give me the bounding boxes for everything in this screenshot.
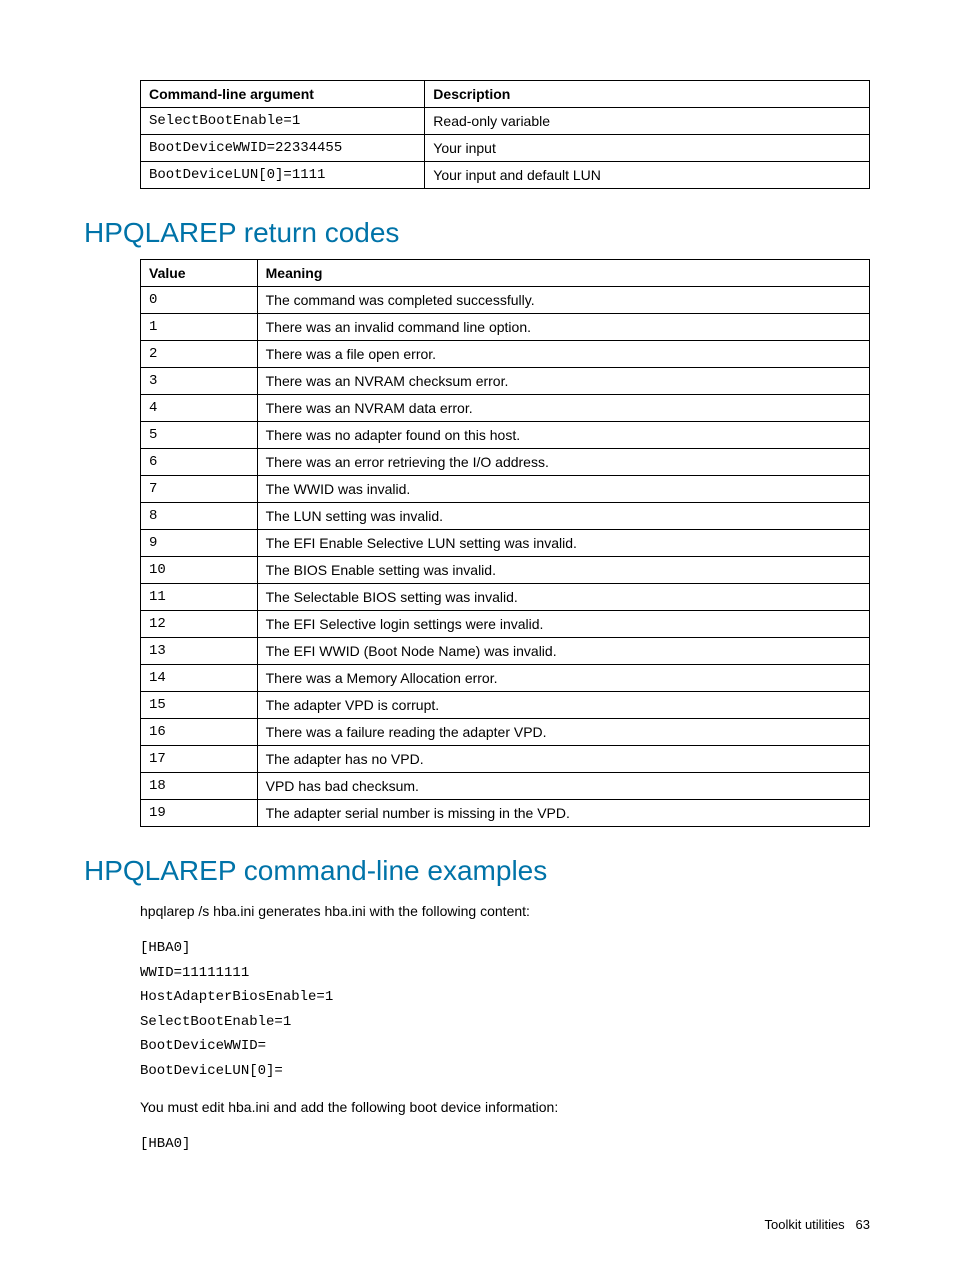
- meaning-cell: There was an error retrieving the I/O ad…: [257, 449, 869, 476]
- meaning-cell: There was a failure reading the adapter …: [257, 719, 869, 746]
- table-row: 14There was a Memory Allocation error.: [141, 665, 870, 692]
- table-row: 7The WWID was invalid.: [141, 476, 870, 503]
- value-cell: 12: [141, 611, 258, 638]
- table-row: 9The EFI Enable Selective LUN setting wa…: [141, 530, 870, 557]
- table-row: 4There was an NVRAM data error.: [141, 395, 870, 422]
- meaning-cell: The Selectable BIOS setting was invalid.: [257, 584, 869, 611]
- args-header-col1: Command-line argument: [141, 81, 425, 108]
- value-cell: 13: [141, 638, 258, 665]
- meaning-cell: The BIOS Enable setting was invalid.: [257, 557, 869, 584]
- codes-header-col2: Meaning: [257, 260, 869, 287]
- table-row: 16There was a failure reading the adapte…: [141, 719, 870, 746]
- value-cell: 7: [141, 476, 258, 503]
- table-row: 19The adapter serial number is missing i…: [141, 800, 870, 827]
- meaning-cell: There was a Memory Allocation error.: [257, 665, 869, 692]
- table-row: 1There was an invalid command line optio…: [141, 314, 870, 341]
- value-cell: 19: [141, 800, 258, 827]
- table-row: BootDeviceLUN[0]=1111 Your input and def…: [141, 162, 870, 189]
- value-cell: 18: [141, 773, 258, 800]
- arg-cell: BootDeviceWWID=22334455: [141, 135, 425, 162]
- table-row: SelectBootEnable=1 Read-only variable: [141, 108, 870, 135]
- meaning-cell: There was an NVRAM data error.: [257, 395, 869, 422]
- footer-section: Toolkit utilities: [764, 1217, 844, 1232]
- args-header-col2: Description: [425, 81, 870, 108]
- meaning-cell: The adapter VPD is corrupt.: [257, 692, 869, 719]
- meaning-cell: There was no adapter found on this host.: [257, 422, 869, 449]
- value-cell: 15: [141, 692, 258, 719]
- desc-cell: Read-only variable: [425, 108, 870, 135]
- meaning-cell: The WWID was invalid.: [257, 476, 869, 503]
- value-cell: 0: [141, 287, 258, 314]
- desc-cell: Your input and default LUN: [425, 162, 870, 189]
- table-row: 10The BIOS Enable setting was invalid.: [141, 557, 870, 584]
- value-cell: 2: [141, 341, 258, 368]
- page-footer: Toolkit utilities 63: [84, 1217, 870, 1232]
- table-row: 2There was a file open error.: [141, 341, 870, 368]
- value-cell: 16: [141, 719, 258, 746]
- desc-cell: Your input: [425, 135, 870, 162]
- table-row: 6There was an error retrieving the I/O a…: [141, 449, 870, 476]
- example-note-text: You must edit hba.ini and add the follow…: [140, 1097, 870, 1118]
- table-row: 5There was no adapter found on this host…: [141, 422, 870, 449]
- meaning-cell: The EFI Selective login settings were in…: [257, 611, 869, 638]
- footer-page-number: 63: [856, 1217, 870, 1232]
- arg-cell: SelectBootEnable=1: [141, 108, 425, 135]
- table-row: 13The EFI WWID (Boot Node Name) was inva…: [141, 638, 870, 665]
- meaning-cell: The adapter serial number is missing in …: [257, 800, 869, 827]
- meaning-cell: The adapter has no VPD.: [257, 746, 869, 773]
- table-row: 8The LUN setting was invalid.: [141, 503, 870, 530]
- table-row: 17The adapter has no VPD.: [141, 746, 870, 773]
- arg-cell: BootDeviceLUN[0]=1111: [141, 162, 425, 189]
- value-cell: 17: [141, 746, 258, 773]
- value-cell: 8: [141, 503, 258, 530]
- heading-return-codes: HPQLAREP return codes: [84, 217, 870, 249]
- value-cell: 14: [141, 665, 258, 692]
- value-cell: 6: [141, 449, 258, 476]
- table-row: 0The command was completed successfully.: [141, 287, 870, 314]
- table-row: 11The Selectable BIOS setting was invali…: [141, 584, 870, 611]
- example-code-block-2: [HBA0]: [140, 1132, 870, 1157]
- value-cell: 11: [141, 584, 258, 611]
- table-row: 3There was an NVRAM checksum error.: [141, 368, 870, 395]
- table-row: 12The EFI Selective login settings were …: [141, 611, 870, 638]
- meaning-cell: The EFI Enable Selective LUN setting was…: [257, 530, 869, 557]
- heading-command-line-examples: HPQLAREP command-line examples: [84, 855, 870, 887]
- meaning-cell: The EFI WWID (Boot Node Name) was invali…: [257, 638, 869, 665]
- example-intro-text: hpqlarep /s hba.ini generates hba.ini wi…: [140, 901, 870, 922]
- value-cell: 9: [141, 530, 258, 557]
- meaning-cell: There was a file open error.: [257, 341, 869, 368]
- table-row: 18VPD has bad checksum.: [141, 773, 870, 800]
- meaning-cell: The LUN setting was invalid.: [257, 503, 869, 530]
- value-cell: 1: [141, 314, 258, 341]
- meaning-cell: There was an NVRAM checksum error.: [257, 368, 869, 395]
- value-cell: 5: [141, 422, 258, 449]
- table-row: BootDeviceWWID=22334455 Your input: [141, 135, 870, 162]
- meaning-cell: There was an invalid command line option…: [257, 314, 869, 341]
- meaning-cell: The command was completed successfully.: [257, 287, 869, 314]
- table-row: 15The adapter VPD is corrupt.: [141, 692, 870, 719]
- example-code-block-1: [HBA0] WWID=11111111 HostAdapterBiosEnab…: [140, 936, 870, 1083]
- value-cell: 4: [141, 395, 258, 422]
- codes-header-col1: Value: [141, 260, 258, 287]
- value-cell: 10: [141, 557, 258, 584]
- command-line-arguments-table: Command-line argument Description Select…: [140, 80, 870, 189]
- return-codes-table: Value Meaning 0The command was completed…: [140, 259, 870, 827]
- meaning-cell: VPD has bad checksum.: [257, 773, 869, 800]
- value-cell: 3: [141, 368, 258, 395]
